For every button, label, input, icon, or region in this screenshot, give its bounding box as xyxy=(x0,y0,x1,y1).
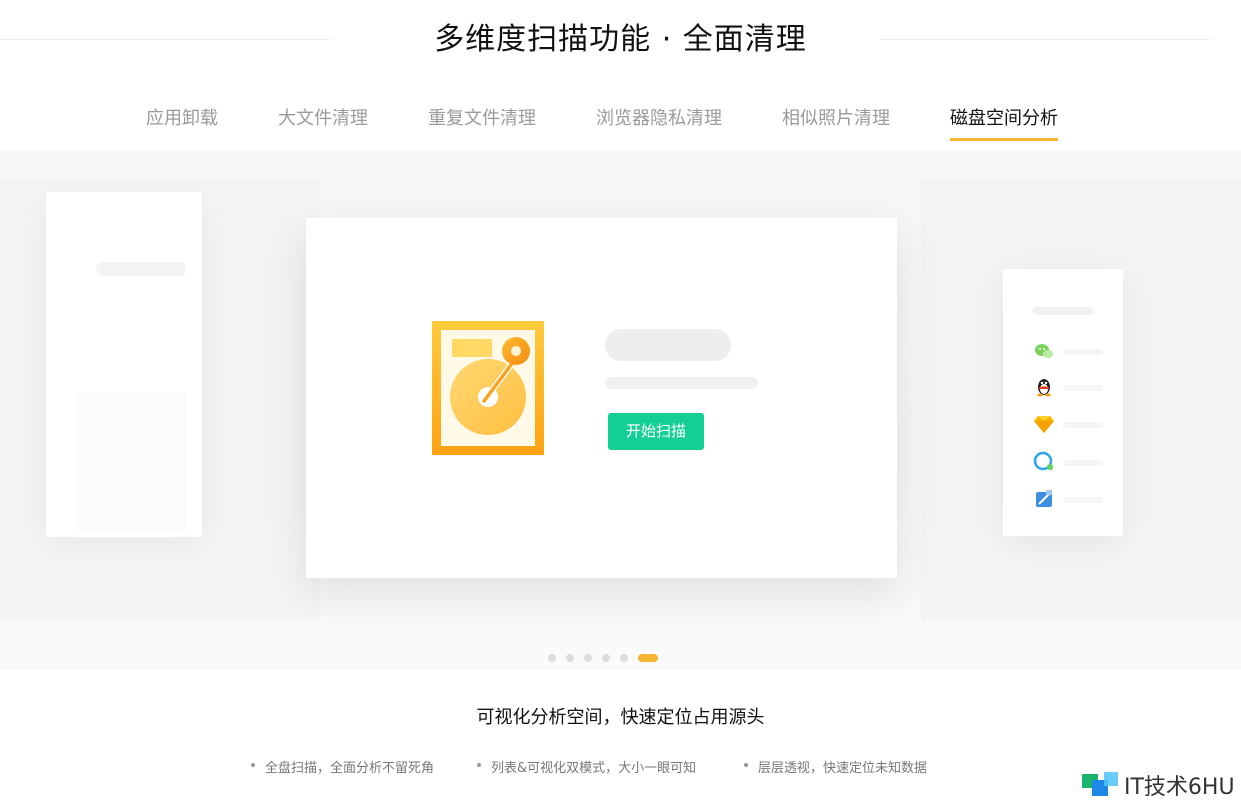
chat-bubble-icon xyxy=(1033,451,1053,471)
placeholder-bar xyxy=(1063,497,1103,503)
pagination-dot[interactable] xyxy=(584,654,592,662)
pagination-dot-active[interactable] xyxy=(638,654,658,662)
xcode-icon xyxy=(1036,490,1052,507)
placeholder-bar xyxy=(1063,349,1103,355)
hard-disk-scan-icon xyxy=(432,321,544,455)
qq-penguin-icon xyxy=(1037,379,1051,397)
page-title: 多维度扫描功能 · 全面清理 xyxy=(434,22,807,57)
placeholder-bar xyxy=(1033,307,1093,315)
tab-disk-space-analysis[interactable]: 磁盘空间分析 xyxy=(950,104,1058,141)
feature-tabs: 应用卸载 大文件清理 重复文件清理 浏览器隐私清理 相似照片清理 磁盘空间分析 xyxy=(0,104,1241,144)
tab-browser-privacy[interactable]: 浏览器隐私清理 xyxy=(596,104,722,138)
placeholder-bar xyxy=(1063,385,1103,391)
carousel-next-card[interactable] xyxy=(1003,269,1123,536)
sketch-diamond-icon xyxy=(1034,416,1054,433)
start-scan-button[interactable]: 开始扫描 xyxy=(608,413,704,450)
feature-list: 全盘扫描，全面分析不留死角 列表&可视化双模式，大小一眼可知 层层透视，快速定位… xyxy=(0,757,1241,777)
carousel-prev-card[interactable] xyxy=(46,192,202,537)
watermark: IT技术6HU xyxy=(1076,766,1241,803)
page: 多维度扫描功能 · 全面清理 应用卸载 大文件清理 重复文件清理 浏览器隐私清理… xyxy=(0,0,1241,803)
bullet-icon xyxy=(744,762,748,767)
feature-text: 列表&可视化双模式，大小一眼可知 xyxy=(491,761,697,776)
placeholder-block xyxy=(76,392,186,532)
feature-item: 列表&可视化双模式，大小一眼可知 xyxy=(477,757,696,776)
placeholder-bar xyxy=(1063,422,1103,428)
placeholder-bar xyxy=(1063,460,1103,466)
placeholder-subtitle xyxy=(605,377,758,389)
watermark-text: IT技术6HU xyxy=(1124,775,1235,800)
tab-large-files[interactable]: 大文件清理 xyxy=(278,104,368,138)
pagination-dot[interactable] xyxy=(620,654,628,662)
wechat-icon xyxy=(1035,344,1053,358)
watermark-logo-icon xyxy=(1082,772,1118,796)
tab-app-uninstall[interactable]: 应用卸载 xyxy=(146,104,218,138)
pagination-dot[interactable] xyxy=(566,654,574,662)
pagination-dot[interactable] xyxy=(548,654,556,662)
placeholder-title xyxy=(605,329,731,361)
bullet-icon xyxy=(477,762,481,767)
tab-similar-photos[interactable]: 相似照片清理 xyxy=(782,104,890,138)
feature-text: 全盘扫描，全面分析不留死角 xyxy=(265,761,435,776)
placeholder-bar xyxy=(96,262,186,276)
feature-text: 层层透视，快速定位未知数据 xyxy=(758,761,928,776)
tab-duplicate-files[interactable]: 重复文件清理 xyxy=(428,104,536,138)
slide-caption: 可视化分析空间，快速定位占用源头 xyxy=(476,707,765,728)
pagination-dot[interactable] xyxy=(602,654,610,662)
feature-item: 全盘扫描，全面分析不留死角 xyxy=(251,757,434,776)
feature-item: 层层透视，快速定位未知数据 xyxy=(744,757,927,776)
bullet-icon xyxy=(251,762,255,767)
carousel-current-card: 开始扫描 xyxy=(306,218,897,578)
